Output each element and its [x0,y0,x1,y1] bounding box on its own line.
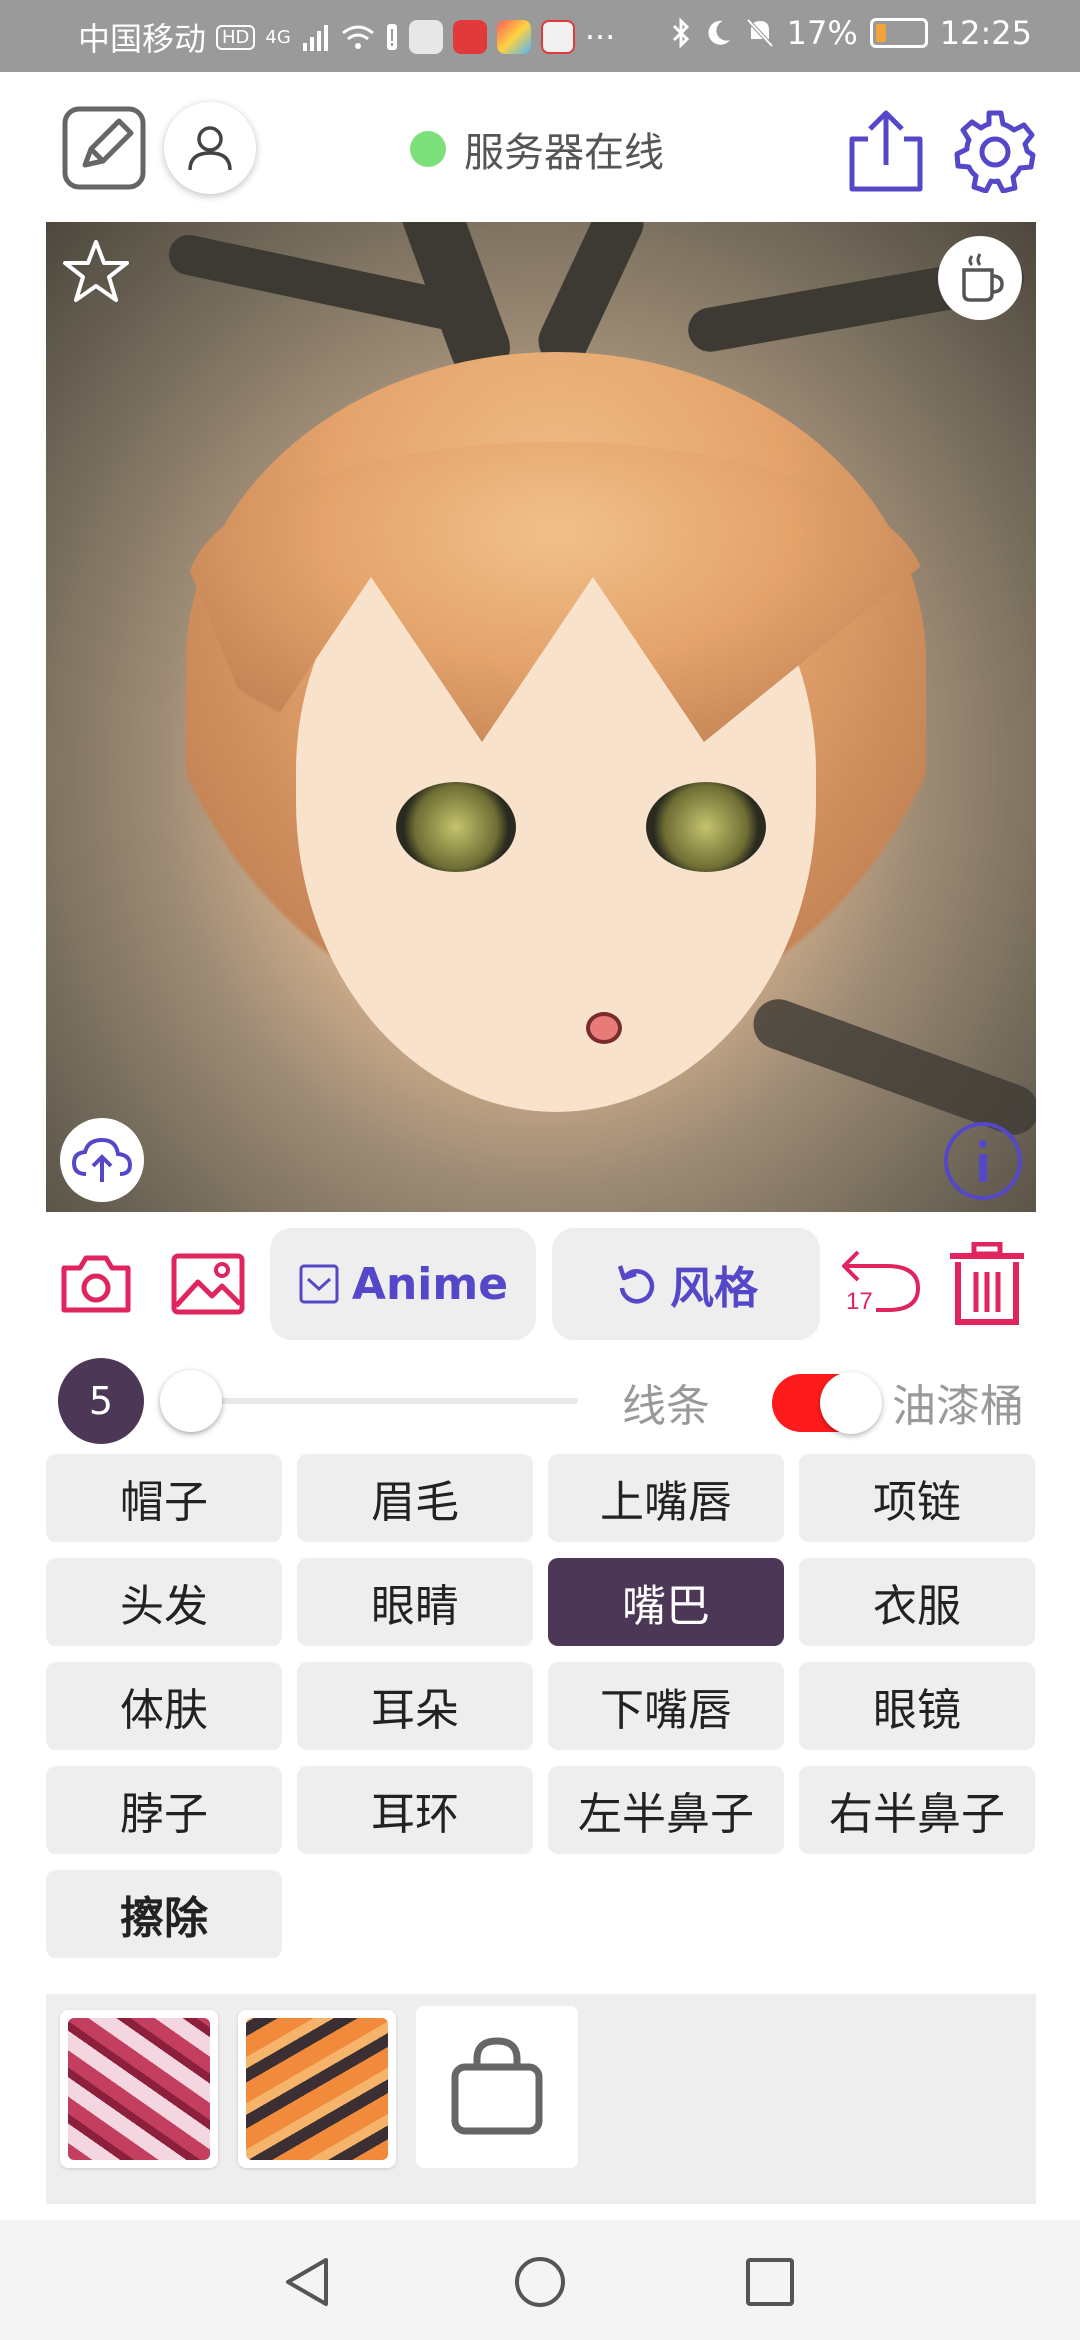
part-eyes[interactable]: 眼睛 [297,1558,533,1646]
server-status-label: 服务器在线 [464,130,664,176]
part-ears[interactable]: 耳朵 [297,1662,533,1750]
pencil-square-icon [62,106,146,190]
camera-icon [61,1255,131,1313]
book-app-icon [452,20,487,54]
coffee-button[interactable] [938,236,1022,320]
bucket-toggle[interactable] [772,1372,882,1434]
part-earrings[interactable]: 耳环 [297,1766,533,1854]
bell-off-icon [746,18,774,48]
nav-back-button[interactable] [280,2254,336,2310]
anime-mode-button[interactable]: Anime [270,1228,536,1340]
carrier-label: 中国移动 [78,20,207,58]
part-mouth[interactable]: 嘴巴 [548,1558,784,1646]
gallery-button[interactable] [170,1252,246,1316]
toggle-knob [820,1372,882,1434]
info-icon [944,1122,1022,1200]
share-button[interactable] [844,106,928,196]
nav-recents-button[interactable] [742,2254,798,2310]
status-bar-left: 中国移动 HD 4G ··· [78,14,615,60]
style-button[interactable]: 风格 [552,1228,820,1340]
left-eye-shape [396,782,516,872]
part-lower-lip[interactable]: 下嘴唇 [548,1662,784,1750]
draw-mode-button[interactable] [60,104,148,192]
pattern-shop-button[interactable] [416,2006,578,2168]
status-bar-right: 17% 12:25 [671,14,1032,52]
wechat-icon [408,20,443,54]
user-icon [188,126,232,171]
right-eye-shape [646,782,766,872]
style-label: 风格 [670,1263,758,1314]
pattern-strip [46,1994,1036,2204]
undo-count: 17 [846,1288,873,1315]
system-nav-bar [0,2220,1080,2340]
signal-icon [302,25,328,51]
info-button[interactable] [942,1120,1024,1202]
wifi-icon [341,25,374,49]
pattern-texture [246,2018,388,2160]
moon-icon [708,20,730,45]
recents-square-icon [746,2258,794,2306]
clock: 12:25 [939,14,1032,52]
brush-size-badge: 5 [58,1358,144,1444]
line-mode-label[interactable]: 线条 [622,1370,710,1434]
pattern-swatch[interactable] [60,2010,218,2168]
star-icon [63,240,129,302]
part-hat[interactable]: 帽子 [46,1454,282,1542]
delete-button[interactable] [946,1241,1028,1328]
part-glasses[interactable]: 眼镜 [799,1662,1035,1750]
undo-button[interactable]: 17 [836,1244,926,1324]
pattern-texture [68,2018,210,2160]
status-dot-icon [410,131,446,167]
brush-size-slider-thumb[interactable] [160,1370,222,1432]
gear-icon [954,110,1036,193]
image-icon [171,1253,245,1315]
share-icon [849,110,923,192]
battery-icon [869,18,928,48]
brush-controls: 5 线条 油漆桶 [0,1348,1080,1448]
anime-mode-label: Anime [351,1258,509,1310]
nav-home-button[interactable] [512,2254,568,2310]
tool-row: Anime 风格 17 [0,1222,1080,1348]
camera-button[interactable] [60,1252,132,1316]
network-label: 4G [265,26,291,48]
part-eyebrows[interactable]: 眉毛 [297,1454,533,1542]
mouth-shape [586,1012,622,1044]
settings-button[interactable] [950,106,1040,196]
part-erase[interactable]: 擦除 [46,1870,282,1958]
status-bar: 中国移动 HD 4G ··· 17% 12:25 [0,0,1080,72]
cloud-upload-icon [71,1137,133,1182]
part-necklace[interactable]: 项链 [799,1454,1035,1542]
more-icon: ··· [584,18,616,56]
generated-image-canvas[interactable] [46,222,1036,1212]
back-triangle-icon [286,2258,328,2306]
server-status: 服务器在线 [410,120,664,178]
part-hair[interactable]: 头发 [46,1558,282,1646]
robot-app-icon [540,20,575,54]
trash-icon [950,1241,1024,1325]
upload-button[interactable] [60,1118,144,1202]
part-left-nose[interactable]: 左半鼻子 [548,1766,784,1854]
top-bar: 服务器在线 [0,72,1080,222]
part-neck[interactable]: 脖子 [46,1766,282,1854]
part-skin[interactable]: 体肤 [46,1662,282,1750]
color-app-icon [496,20,531,54]
brush-size-track[interactable] [164,1398,578,1404]
part-right-nose[interactable]: 右半鼻子 [799,1766,1035,1854]
alert-icon [386,24,397,50]
shopping-bag-icon [451,2037,543,2135]
home-circle-icon [515,2257,565,2307]
bucket-mode-label[interactable]: 油漆桶 [892,1370,1024,1434]
hd-badge: HD [216,24,256,50]
refresh-icon [617,1265,655,1304]
battery-percent: 17% [786,14,858,52]
part-upper-lip[interactable]: 上嘴唇 [548,1454,784,1542]
part-clothes[interactable]: 衣服 [799,1558,1035,1646]
face-parts-grid: 帽子 眉毛 上嘴唇 项链 头发 眼睛 嘴巴 衣服 体肤 耳朵 下嘴唇 眼镜 脖子… [46,1454,1036,1958]
pattern-swatch[interactable] [238,2010,396,2168]
check-square-icon [299,1264,339,1304]
favorite-button[interactable] [60,236,132,308]
bluetooth-icon [672,17,689,49]
user-button[interactable] [164,102,256,194]
coffee-icon [962,253,1004,302]
